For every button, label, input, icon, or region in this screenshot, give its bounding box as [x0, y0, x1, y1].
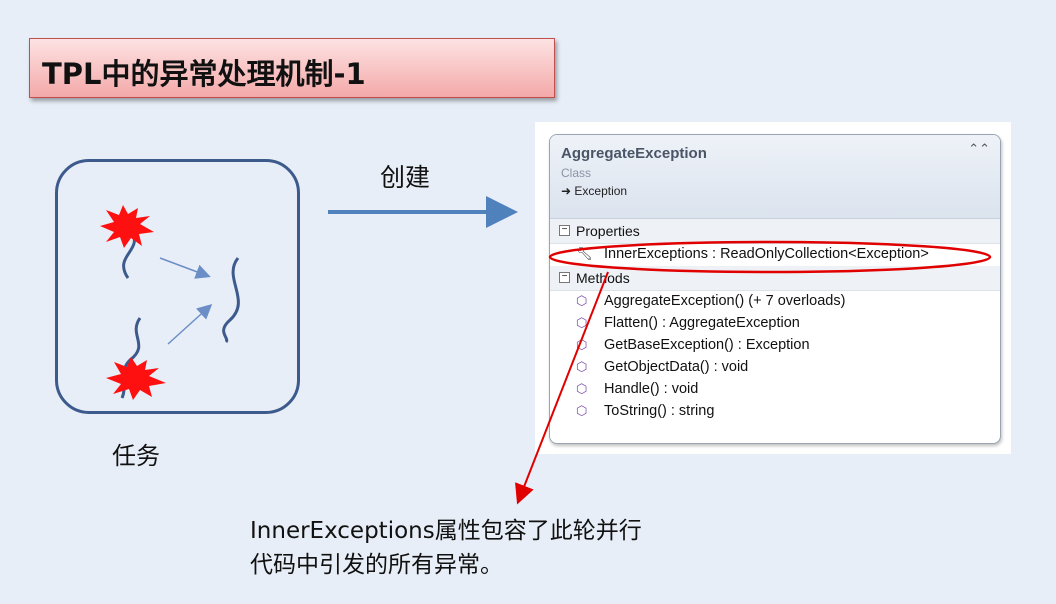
- thread-line: [222, 257, 240, 344]
- highlight-ellipse: [548, 240, 992, 274]
- flow-arrow: [167, 303, 213, 345]
- note-line-2: 代码中引发的所有异常。: [250, 552, 503, 578]
- flow-arrow: [159, 257, 211, 279]
- note-text: InnerExceptions属性包容了此轮并行 代码中引发的所有异常。: [250, 514, 642, 582]
- explosion-icon: [106, 357, 166, 400]
- pointer-arrow: [515, 271, 609, 505]
- note-line-1: InnerExceptions属性包容了此轮并行: [250, 518, 642, 544]
- explosion-icon: [100, 205, 154, 248]
